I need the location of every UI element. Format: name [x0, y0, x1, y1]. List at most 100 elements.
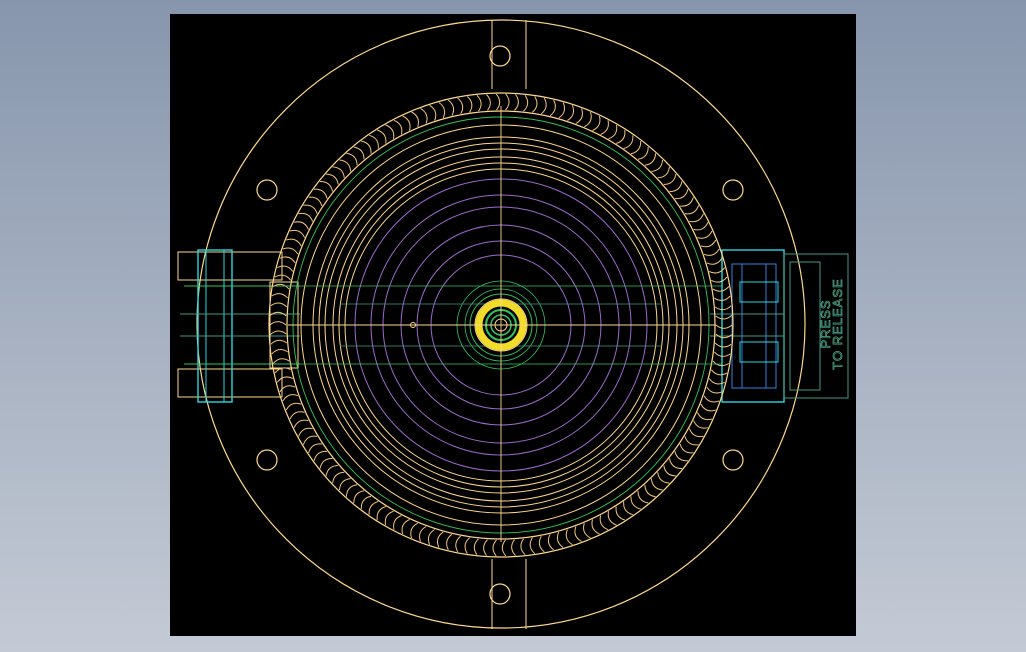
knurl-mark	[644, 153, 657, 166]
knurl-mark	[684, 436, 699, 446]
knurl-mark	[679, 443, 694, 454]
knurl-mark	[715, 314, 733, 320]
knurl-mark	[715, 324, 733, 329]
knurl-mark	[714, 305, 732, 311]
bolt-hole-bottom	[489, 583, 511, 605]
knurl-mark	[529, 537, 536, 554]
knurl-mark	[711, 276, 728, 283]
bolt-hole-lower-left	[256, 449, 278, 471]
knurl-mark	[591, 519, 600, 535]
knurl-mark	[401, 519, 410, 535]
knurl-mark	[630, 496, 641, 510]
knurl-mark	[289, 229, 306, 238]
knurl-mark	[314, 188, 328, 199]
knurl-mark	[360, 495, 372, 510]
knurl-mark	[674, 189, 689, 200]
cad-drawing: PRESS TO RELEASE	[177, 19, 849, 629]
knurl-mark	[492, 539, 497, 557]
knurl-mark	[495, 93, 501, 111]
knurl-mark	[419, 526, 427, 542]
knurl-mark	[600, 120, 609, 135]
knurl-mark	[700, 239, 717, 248]
knurl-mark	[377, 129, 387, 144]
knurl-mark	[703, 395, 720, 403]
knurl-mark	[436, 531, 444, 548]
knurl-mark	[276, 376, 294, 383]
knurl-mark	[623, 501, 633, 516]
knurl-mark	[714, 342, 732, 348]
knurl-mark	[486, 94, 491, 111]
knurl-mark	[680, 197, 694, 207]
press-label-line2: TO RELEASE	[830, 278, 845, 369]
knurl-mark	[483, 539, 488, 556]
knurl-mark	[308, 196, 323, 207]
knurl-mark	[438, 102, 446, 119]
knurl-mark	[466, 96, 473, 113]
knurl-mark	[269, 330, 287, 336]
knurl-mark	[637, 146, 649, 160]
bolt-hole-top	[489, 45, 511, 67]
knurl-mark	[703, 248, 720, 256]
knurl-mark	[457, 97, 464, 115]
bolt-hole-lower-right	[722, 449, 744, 471]
knurl-mark	[575, 108, 583, 124]
knurl-mark	[623, 135, 634, 149]
knurl-mark	[319, 457, 333, 469]
knurl-mark	[549, 99, 556, 117]
knurl-mark	[302, 435, 318, 445]
knurl-mark	[420, 108, 428, 124]
knurl-mark	[286, 238, 302, 247]
knurl-mark	[313, 450, 328, 461]
knurl-mark	[447, 99, 455, 116]
knurl-mark	[592, 115, 601, 131]
bolt-hole-upper-left	[256, 179, 278, 201]
knurl-mark	[464, 537, 470, 554]
knurl-mark	[368, 501, 379, 515]
knurl-mark	[693, 222, 709, 231]
knurl-mark	[385, 124, 395, 139]
knurl-mark	[353, 146, 365, 160]
knurl-mark	[411, 111, 419, 127]
knurl-mark	[272, 358, 290, 364]
knurl-mark	[693, 420, 709, 429]
cad-viewport[interactable]: PRESS TO RELEASE	[170, 14, 856, 636]
knurl-mark	[293, 419, 309, 428]
knurl-mark	[511, 539, 516, 556]
knurl-mark	[712, 286, 730, 292]
knurl-mark	[298, 212, 314, 222]
knurl-mark	[630, 140, 642, 155]
knurl-mark	[289, 411, 305, 420]
knurl-mark	[565, 529, 573, 546]
knurl-mark	[684, 205, 700, 215]
knurl-mark	[514, 94, 519, 111]
knurl-mark	[455, 535, 462, 553]
knurl-mark	[669, 458, 683, 470]
knurl-mark	[353, 490, 365, 504]
knurl-mark	[616, 129, 626, 144]
knurl-mark	[706, 386, 723, 394]
knurl-mark	[319, 180, 333, 192]
knurl-mark	[712, 360, 730, 367]
knurl-mark	[402, 115, 411, 131]
knurl-mark	[270, 339, 288, 345]
knurl-mark	[697, 230, 713, 239]
knurl-mark	[637, 490, 649, 504]
knurl-mark	[547, 534, 555, 551]
knurl-mark	[293, 221, 309, 230]
knurl-mark	[538, 535, 545, 553]
knurl-mark	[607, 511, 617, 526]
knurl-mark	[700, 403, 716, 412]
knurl-mark	[584, 111, 592, 128]
knurl-mark	[282, 394, 299, 402]
knurl-mark	[376, 506, 386, 521]
knurl-mark	[429, 104, 437, 121]
knurl-mark	[540, 97, 547, 115]
left-latch	[177, 249, 300, 403]
knurl-mark	[473, 538, 479, 555]
knurl-mark	[706, 257, 723, 265]
knurl-mark	[669, 181, 683, 193]
knurl-mark	[567, 105, 575, 121]
knurl-mark	[710, 369, 728, 376]
knurl-mark	[476, 94, 482, 112]
knurl-mark	[361, 140, 372, 154]
